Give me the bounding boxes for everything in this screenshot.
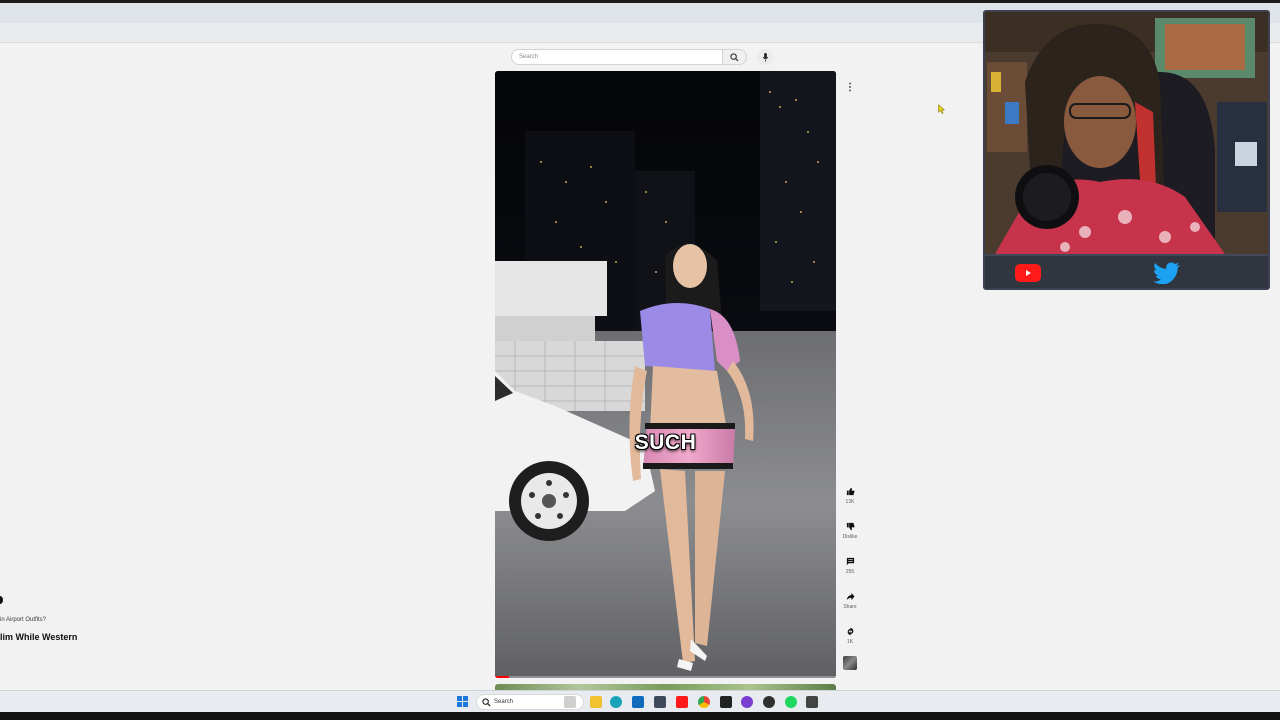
microphone-icon — [762, 52, 768, 62]
search-icon — [482, 698, 491, 707]
left-subtitle[interactable]: in Airport Outfits? — [0, 617, 46, 623]
video-frame — [495, 71, 836, 678]
social-links-bar — [985, 254, 1268, 288]
chrome-icon[interactable] — [698, 696, 710, 708]
search-bar: Search — [511, 49, 773, 65]
streamer-webcam-feed — [985, 12, 1268, 254]
video-progress-fill — [495, 676, 509, 678]
comment-count: 255 — [845, 569, 855, 575]
shorts-video-player[interactable]: SUCH — [495, 71, 836, 678]
edge-browser-icon[interactable] — [610, 696, 622, 708]
voice-search-button[interactable] — [757, 49, 773, 65]
audio-source-thumbnail[interactable] — [843, 656, 857, 670]
widgets-icon[interactable] — [564, 696, 576, 708]
calculator-icon[interactable] — [654, 696, 666, 708]
spotify-icon[interactable] — [785, 696, 797, 708]
remix-button[interactable]: 1K — [838, 624, 862, 645]
bottom-border — [0, 712, 1280, 720]
comments-button[interactable]: 255 — [838, 554, 862, 575]
youtube-icon[interactable] — [1015, 264, 1041, 282]
windows-taskbar: Search — [0, 690, 1280, 712]
comment-icon — [846, 557, 854, 565]
app-icon[interactable] — [806, 696, 818, 708]
share-icon — [846, 592, 855, 600]
mouse-cursor-icon — [938, 104, 945, 114]
video-progress-bar[interactable] — [495, 676, 836, 678]
like-count: 13K — [845, 499, 855, 505]
like-button[interactable]: 13K — [838, 484, 862, 505]
more-options-button[interactable] — [844, 80, 856, 94]
outlook-icon[interactable] — [632, 696, 644, 708]
remix-count: 1K — [846, 639, 854, 645]
obs-icon[interactable] — [763, 696, 775, 708]
taskbar-search-label: Search — [494, 699, 514, 705]
search-button[interactable] — [723, 49, 747, 65]
youtube-icon[interactable] — [676, 696, 688, 708]
webcam-overlay — [983, 10, 1270, 290]
video-caption: SUCH — [634, 431, 697, 454]
dislike-label: Dislike — [842, 534, 858, 540]
file-explorer-icon[interactable] — [590, 696, 602, 708]
more-vert-icon — [849, 82, 851, 92]
thumbs-up-icon — [846, 487, 855, 495]
x-icon[interactable] — [720, 696, 732, 708]
left-title[interactable]: lim While Western — [0, 632, 77, 642]
brave-icon[interactable] — [741, 696, 753, 708]
windows-start-icon[interactable] — [457, 696, 468, 707]
search-placeholder: Search — [519, 54, 539, 60]
twitter-bird-icon[interactable] — [1153, 262, 1181, 284]
share-label: Share — [843, 604, 857, 610]
channel-avatar[interactable] — [0, 596, 3, 604]
search-icon — [730, 52, 739, 62]
dislike-button[interactable]: Dislike — [838, 519, 862, 540]
search-input[interactable]: Search — [511, 49, 723, 65]
thumbs-down-icon — [846, 522, 855, 530]
remix-icon — [847, 626, 853, 636]
share-button[interactable]: Share — [838, 589, 862, 610]
